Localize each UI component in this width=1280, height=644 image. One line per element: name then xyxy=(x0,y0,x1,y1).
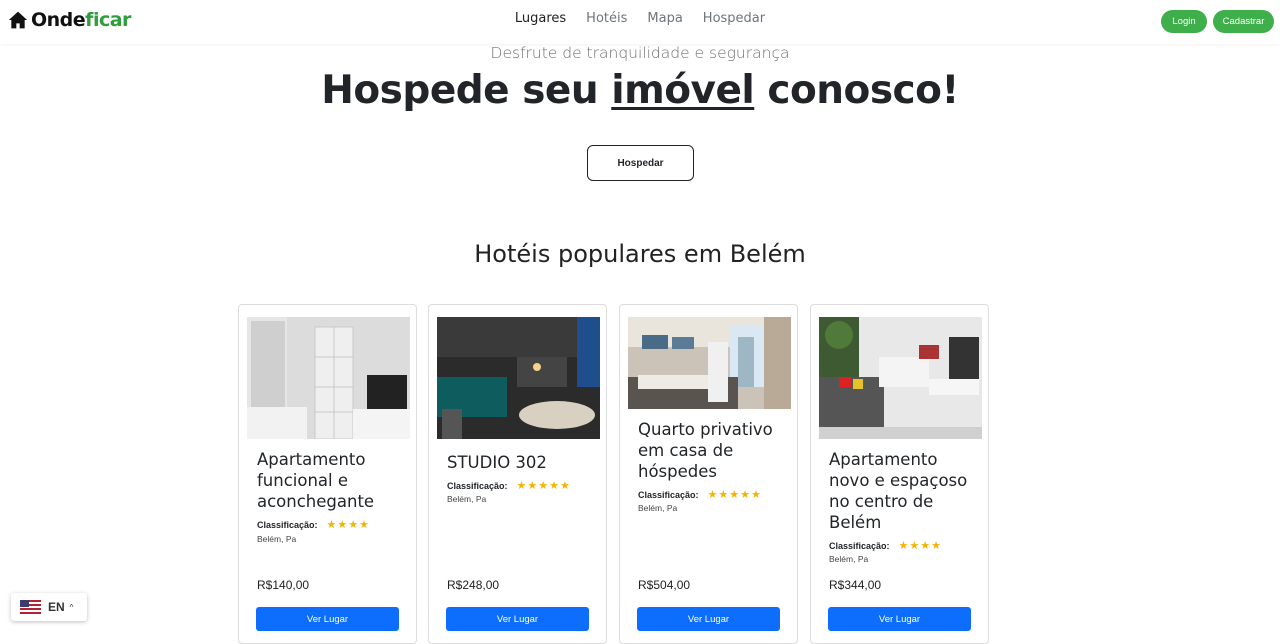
hotel-card: STUDIO 302 Classificação: ★★★★★ Belém, P… xyxy=(428,304,607,644)
star-rating-icon: ★★★★ xyxy=(898,540,942,552)
language-selector[interactable]: EN ^ xyxy=(11,593,87,621)
hotel-title: Apartamento funcional e aconchegante xyxy=(257,450,375,511)
hero-title-end: conosco! xyxy=(754,68,959,113)
rating-label: Classificação: xyxy=(638,489,699,500)
hotel-location: Belém, Pa xyxy=(447,494,487,504)
hotel-card: Apartamento funcional e aconchegante Cla… xyxy=(238,304,417,644)
ver-lugar-button[interactable]: Ver Lugar xyxy=(828,607,971,631)
language-code: EN xyxy=(48,600,65,614)
hotel-rating: Classificação: ★★★★ xyxy=(829,539,942,552)
nav-item-mapa[interactable]: Mapa xyxy=(647,11,682,26)
hotel-title: STUDIO 302 xyxy=(447,453,547,472)
hotel-photo[interactable] xyxy=(819,317,982,439)
hotel-rating: Classificação: ★★★★ xyxy=(257,518,370,531)
ver-lugar-button[interactable]: Ver Lugar xyxy=(637,607,780,631)
rating-label: Classificação: xyxy=(829,540,890,551)
signup-button[interactable]: Cadastrar xyxy=(1213,10,1274,33)
hospedar-button[interactable]: Hospedar xyxy=(587,145,694,181)
top-navbar: Onde ficar Lugares Hotéis Mapa Hospedar L… xyxy=(0,0,1280,44)
star-rating-icon: ★★★★★ xyxy=(516,480,571,492)
hotel-photo[interactable] xyxy=(628,317,791,409)
hotel-photo[interactable] xyxy=(437,317,600,439)
main-menu: Lugares Hotéis Mapa Hospedar xyxy=(0,11,1280,26)
nav-item-hoteis[interactable]: Hotéis xyxy=(586,11,627,26)
us-flag-icon xyxy=(20,600,41,614)
section-title: Hotéis populares em Belém xyxy=(474,240,806,268)
chevron-up-icon: ^ xyxy=(69,602,74,612)
hero-title: Hospede seu imóvel conosco! xyxy=(0,68,1280,113)
login-button[interactable]: Login xyxy=(1161,10,1207,33)
ver-lugar-button[interactable]: Ver Lugar xyxy=(446,607,589,631)
hotel-location: Belém, Pa xyxy=(638,503,678,513)
rating-label: Classificação: xyxy=(257,519,318,530)
hero-title-start: Hospede seu xyxy=(321,68,612,113)
hotel-rating: Classificação: ★★★★★ xyxy=(638,488,762,501)
hotel-photo[interactable] xyxy=(247,317,410,439)
star-rating-icon: ★★★★★ xyxy=(707,489,762,501)
ver-lugar-button[interactable]: Ver Lugar xyxy=(256,607,399,631)
hotel-title: Quarto privativo em casa de hóspedes xyxy=(638,420,773,481)
nav-item-lugares[interactable]: Lugares xyxy=(515,11,566,26)
hero-subtitle: Desfrute de tranquilidade e segurança xyxy=(490,44,790,62)
hotel-title: Apartamento novo e espaçoso no centro de… xyxy=(829,450,968,532)
hotel-card: Quarto privativo em casa de hóspedes Cla… xyxy=(619,304,798,644)
hotel-location: Belém, Pa xyxy=(829,554,869,564)
nav-item-hospedar[interactable]: Hospedar xyxy=(703,11,765,26)
hotel-location: Belém, Pa xyxy=(257,534,297,544)
hotel-price: R$248,00 xyxy=(447,578,500,592)
hotel-price: R$504,00 xyxy=(638,578,691,592)
hotel-price: R$140,00 xyxy=(257,578,310,592)
rating-label: Classificação: xyxy=(447,480,508,491)
hero-title-highlight: imóvel xyxy=(611,68,755,113)
hotel-price: R$344,00 xyxy=(829,578,882,592)
hotel-rating: Classificação: ★★★★★ xyxy=(447,479,571,492)
auth-buttons: Login Cadastrar xyxy=(1161,10,1274,33)
hotel-card: Apartamento novo e espaçoso no centro de… xyxy=(810,304,989,644)
star-rating-icon: ★★★★ xyxy=(326,519,370,531)
